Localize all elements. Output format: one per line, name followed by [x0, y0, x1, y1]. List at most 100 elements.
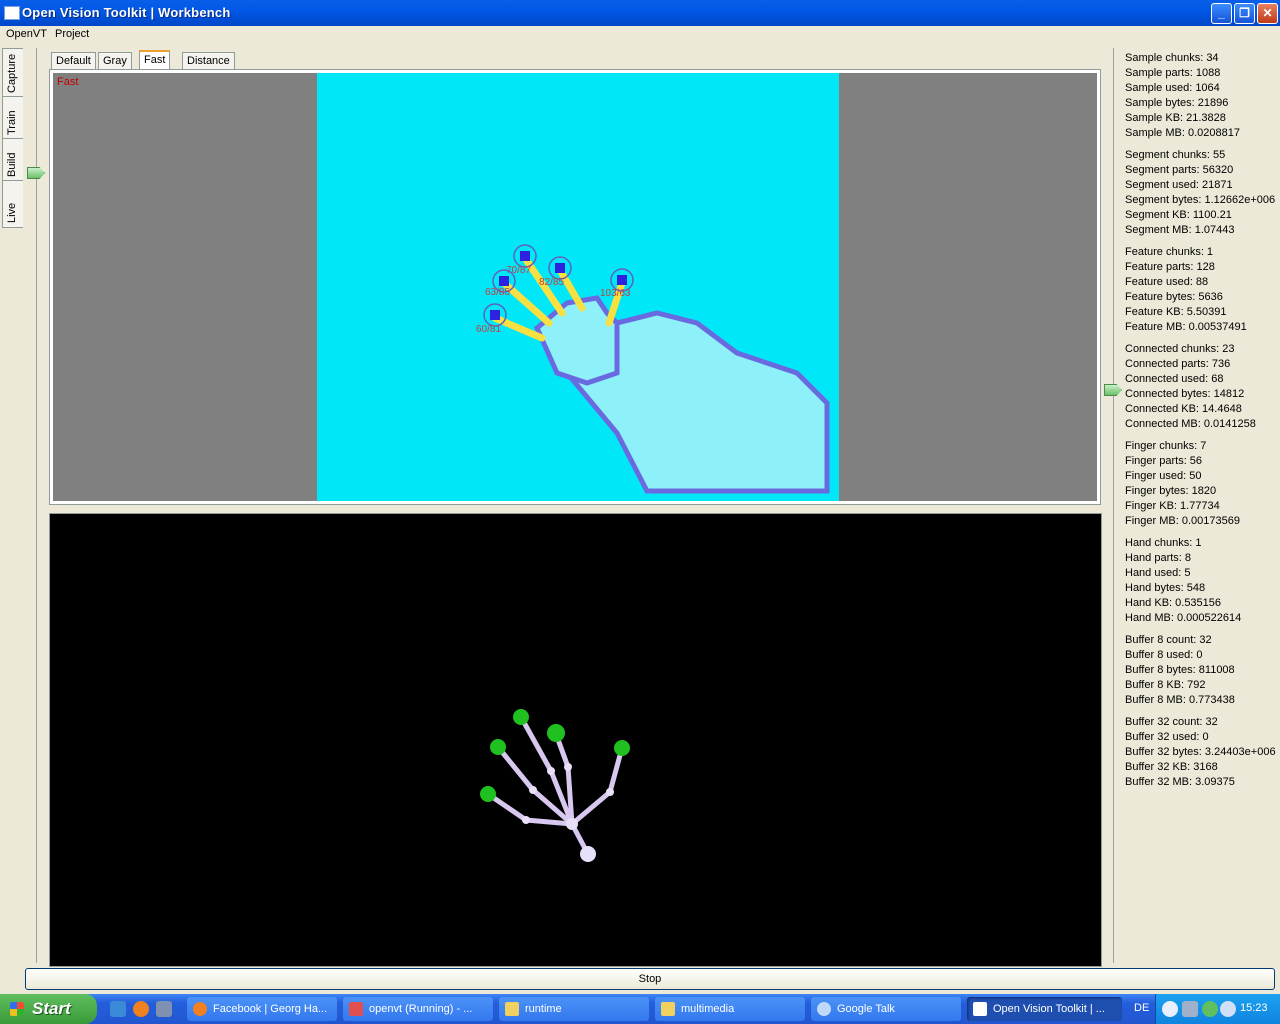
app-icon: [4, 6, 20, 20]
stat-line: Buffer 32 MB: 3.09375: [1125, 776, 1235, 788]
window-icon: [973, 1002, 987, 1016]
stats-group: Connected chunks: 23 Connected parts: 736…: [1125, 342, 1280, 432]
side-tab-build[interactable]: Build: [2, 138, 23, 182]
stat-line: Hand KB: 0.535156: [1125, 597, 1222, 609]
minimize-button[interactable]: _: [1211, 3, 1232, 24]
side-tab-label: Capture: [6, 53, 18, 93]
right-splitter[interactable]: [1113, 48, 1114, 963]
side-tab-label: Train: [6, 110, 18, 135]
tray-talk-icon[interactable]: [1220, 1001, 1236, 1017]
stat-line: Finger chunks: 7: [1125, 440, 1207, 452]
system-tray: 15:23: [1155, 994, 1280, 1024]
stat-line: Buffer 8 bytes: 811008: [1125, 664, 1235, 676]
camera-view: Fast 70/87 82/85 63/85 103/63 60/81: [49, 69, 1101, 505]
windows-logo-icon: [10, 1002, 24, 1016]
task-google-talk[interactable]: Google Talk: [811, 997, 961, 1021]
finger-label: 103/63: [600, 288, 631, 299]
stats-group: Feature chunks: 1 Feature parts: 128 Featu…: [1125, 245, 1280, 335]
quicklaunch-app-icon[interactable]: [156, 1001, 172, 1017]
stat-line: Connected chunks: 23: [1125, 343, 1235, 355]
hand-silhouette: 70/87 82/85 63/85 103/63 60/81: [476, 244, 830, 494]
task-label: openvt (Running) - ...: [369, 1003, 473, 1015]
finger-label: 82/85: [539, 277, 564, 288]
stat-line: Feature MB: 0.00537491: [1125, 321, 1247, 333]
finger-label: 60/81: [476, 324, 501, 335]
stat-line: Connected used: 68: [1125, 373, 1224, 385]
firefox-icon: [193, 1002, 207, 1016]
quicklaunch-firefox-icon[interactable]: [133, 1001, 149, 1017]
stat-line: Buffer 32 bytes: 3.24403e+006: [1125, 746, 1276, 758]
tray-status-icon[interactable]: [1202, 1001, 1218, 1017]
stat-line: Buffer 8 MB: 0.773438: [1125, 694, 1235, 706]
segmentation-image: 70/87 82/85 63/85 103/63 60/81: [317, 73, 839, 501]
stats-group: Finger chunks: 7 Finger parts: 56 Finger u…: [1125, 439, 1280, 529]
hand-skeleton: [480, 709, 630, 862]
stat-line: Connected parts: 736: [1125, 358, 1231, 370]
stat-line: Sample parts: 1088: [1125, 67, 1221, 79]
side-tab-capture[interactable]: Capture: [2, 48, 23, 98]
stat-line: Hand used: 5: [1125, 567, 1191, 579]
quicklaunch-ie-icon[interactable]: [110, 1001, 126, 1017]
stat-line: Finger KB: 1.77734: [1125, 500, 1220, 512]
stat-line: Feature bytes: 5636: [1125, 291, 1223, 303]
start-button[interactable]: Start: [0, 994, 97, 1024]
stats-group: Buffer 8 count: 32 Buffer 8 used: 0 Buffer…: [1125, 633, 1280, 708]
finger-label: 63/85: [485, 287, 510, 298]
stat-line: Buffer 8 KB: 792: [1125, 679, 1206, 691]
stat-line: Segment parts: 56320: [1125, 164, 1234, 176]
close-button[interactable]: ✕: [1257, 3, 1278, 24]
maximize-button[interactable]: ❐: [1234, 3, 1255, 24]
stat-line: Buffer 8 count: 32: [1125, 634, 1212, 646]
task-runtime[interactable]: runtime: [499, 997, 649, 1021]
stat-line: Feature chunks: 1: [1125, 246, 1214, 258]
stats-group: Buffer 32 count: 32 Buffer 32 used: 0 Buff…: [1125, 715, 1280, 790]
tray-network-icon[interactable]: [1182, 1001, 1198, 1017]
task-label: Google Talk: [837, 1003, 895, 1015]
camera-frame: Fast 70/87 82/85 63/85 103/63 60/81: [53, 73, 1097, 501]
stat-line: Sample chunks: 34: [1125, 52, 1219, 64]
stat-line: Buffer 32 used: 0: [1125, 731, 1209, 743]
side-tabs: Capture Train Build Live: [2, 48, 24, 228]
task-label: multimedia: [681, 1003, 735, 1015]
stat-line: Finger parts: 56: [1125, 455, 1203, 467]
title-bar: Open Vision Toolkit | Workbench _ ❐ ✕: [0, 0, 1280, 26]
clock: 15:23: [1240, 1002, 1268, 1014]
stat-line: Segment MB: 1.07443: [1125, 224, 1235, 236]
stat-line: Sample used: 1064: [1125, 82, 1220, 94]
menu-openvt[interactable]: OpenVT: [6, 28, 47, 40]
stat-line: Hand chunks: 1: [1125, 537, 1202, 549]
task-multimedia[interactable]: multimedia: [655, 997, 805, 1021]
stat-line: Sample MB: 0.0208817: [1125, 127, 1240, 139]
task-open-vision-toolkit[interactable]: Open Vision Toolkit | ...: [967, 997, 1122, 1021]
left-splitter-handle-icon[interactable]: [27, 167, 45, 179]
stat-line: Segment used: 21871: [1125, 179, 1233, 191]
task-openvt-running[interactable]: openvt (Running) - ...: [343, 997, 493, 1021]
stop-button[interactable]: Stop: [25, 968, 1275, 990]
tray-expand-icon[interactable]: [1162, 1001, 1178, 1017]
stat-line: Connected bytes: 14812: [1125, 388, 1245, 400]
task-label: Facebook | Georg Ha...: [213, 1003, 328, 1015]
right-splitter-handle-icon[interactable]: [1104, 384, 1122, 396]
task-label: runtime: [525, 1003, 562, 1015]
stat-line: Segment KB: 1100.21: [1125, 209, 1232, 221]
stat-line: Sample bytes: 21896: [1125, 97, 1229, 109]
stat-line: Sample KB: 21.3828: [1125, 112, 1226, 124]
language-indicator[interactable]: DE: [1134, 1002, 1149, 1014]
left-splitter[interactable]: [36, 48, 37, 963]
stat-line: Finger used: 50: [1125, 470, 1202, 482]
stat-line: Hand bytes: 548: [1125, 582, 1206, 594]
side-tab-train[interactable]: Train: [2, 96, 23, 140]
memory-stats-panel: Sample chunks: 34 Sample parts: 1088 Sampl…: [1125, 51, 1280, 797]
side-tab-live[interactable]: Live: [2, 180, 23, 228]
stat-line: Buffer 8 used: 0: [1125, 649, 1203, 661]
task-label: Open Vision Toolkit | ...: [993, 1003, 1105, 1015]
chat-bubble-icon: [817, 1002, 831, 1016]
stat-line: Connected KB: 14.4648: [1125, 403, 1242, 415]
view-mode-label: Fast: [57, 76, 79, 88]
menu-project[interactable]: Project: [55, 28, 89, 40]
finger-label: 70/87: [506, 265, 531, 276]
stat-line: Segment bytes: 1.12662e+006: [1125, 194, 1276, 206]
stat-line: Buffer 32 KB: 3168: [1125, 761, 1218, 773]
task-facebook[interactable]: Facebook | Georg Ha...: [187, 997, 337, 1021]
stats-group: Segment chunks: 55 Segment parts: 56320 Se…: [1125, 148, 1280, 238]
